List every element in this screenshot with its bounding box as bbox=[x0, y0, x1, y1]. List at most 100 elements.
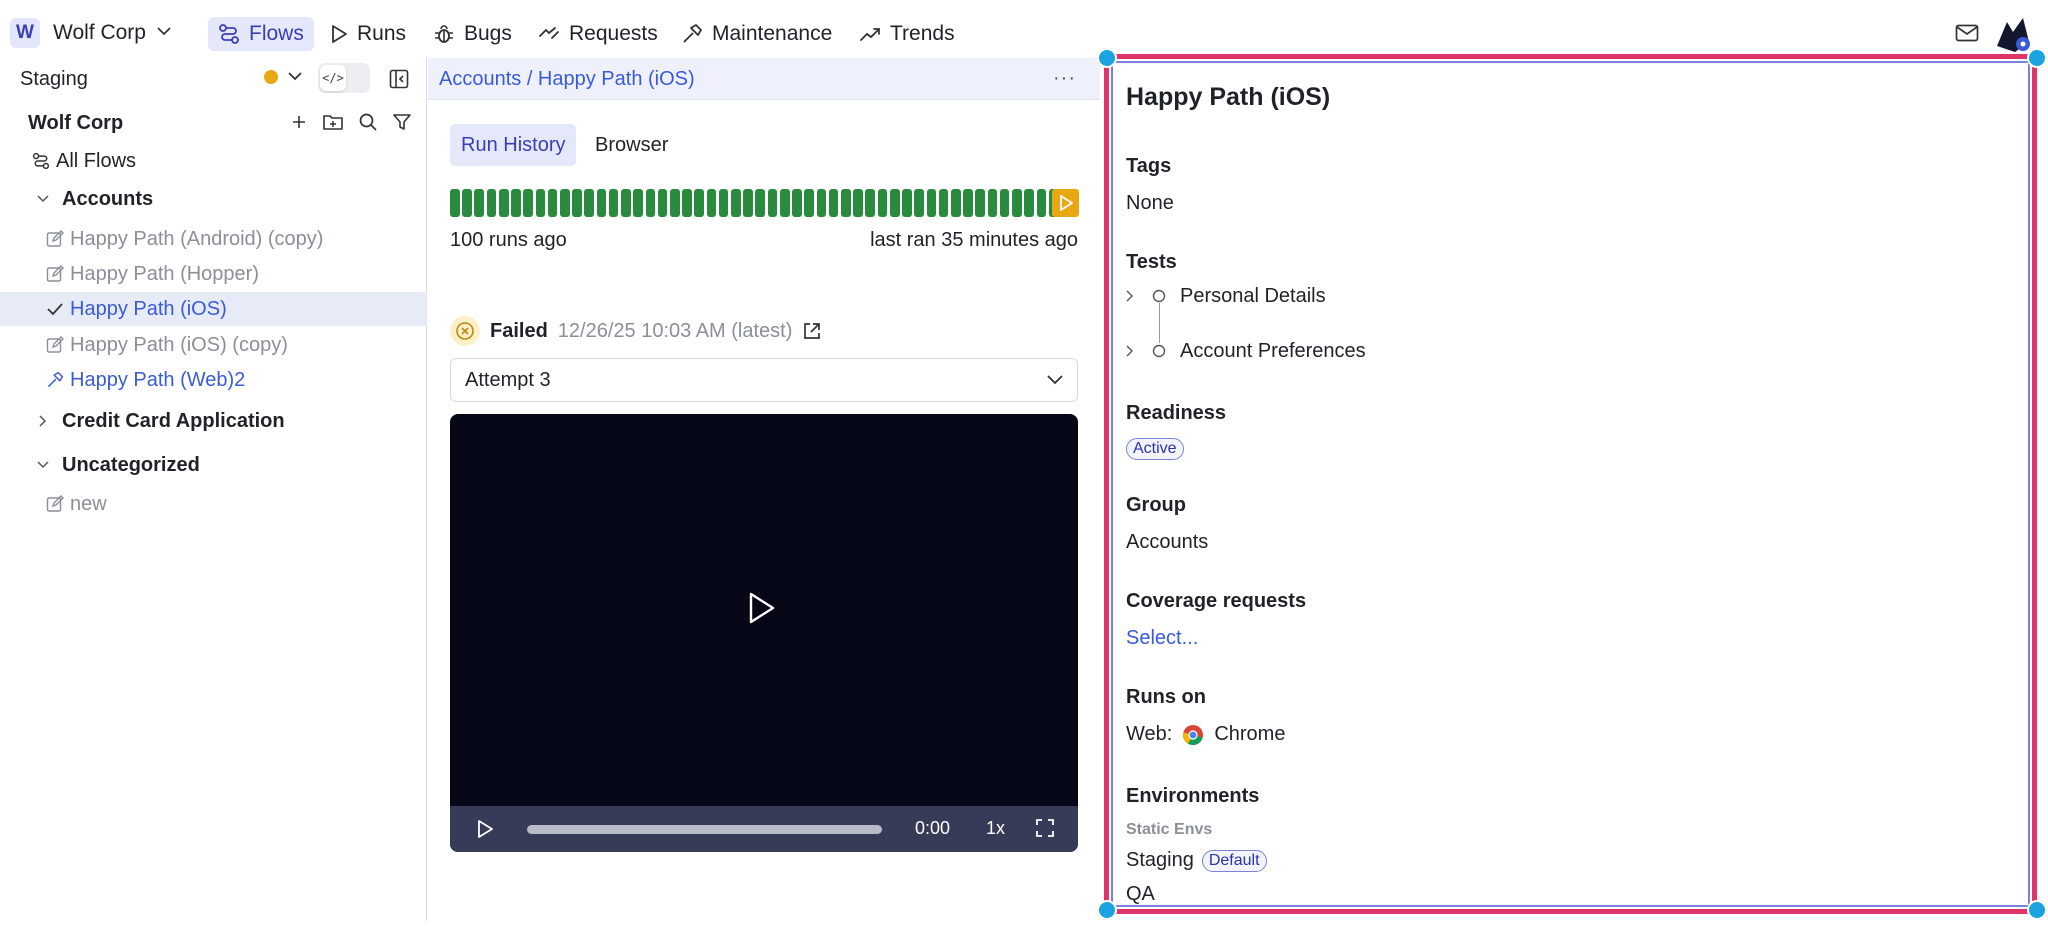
run-segment[interactable] bbox=[608, 189, 619, 217]
run-segment[interactable] bbox=[486, 189, 497, 217]
run-segment[interactable] bbox=[523, 189, 533, 217]
nav-requests[interactable]: Requests bbox=[528, 17, 668, 51]
run-segment[interactable] bbox=[645, 189, 656, 217]
run-segment[interactable] bbox=[914, 189, 924, 217]
nav-maintenance[interactable]: Maintenance bbox=[671, 17, 842, 51]
run-segment[interactable] bbox=[682, 189, 692, 217]
group-credit-card-application[interactable]: Credit Card Application bbox=[0, 404, 427, 438]
tab-browser[interactable]: Browser bbox=[584, 124, 679, 166]
avatar[interactable] bbox=[1993, 16, 2033, 54]
run-segment[interactable] bbox=[731, 189, 741, 217]
run-segment[interactable] bbox=[718, 189, 729, 217]
run-segment[interactable] bbox=[877, 189, 888, 217]
run-segment[interactable] bbox=[804, 189, 814, 217]
collapse-sidebar-icon[interactable] bbox=[389, 69, 409, 89]
nav-flows[interactable]: Flows bbox=[208, 17, 314, 51]
flow-item-selected[interactable]: Happy Path (iOS) bbox=[0, 292, 427, 326]
run-segment[interactable] bbox=[474, 189, 485, 217]
run-segment[interactable] bbox=[889, 189, 900, 217]
run-segment[interactable] bbox=[547, 189, 558, 217]
nav-trends[interactable]: Trends bbox=[849, 17, 965, 51]
org-name[interactable]: Wolf Corp bbox=[53, 21, 146, 45]
test-item[interactable]: Account Preferences bbox=[1126, 336, 1366, 366]
group-value[interactable]: Accounts bbox=[1126, 531, 1208, 554]
attempt-select[interactable]: Attempt 3 bbox=[450, 358, 1078, 402]
run-segment[interactable] bbox=[841, 189, 851, 217]
readiness-badge[interactable]: Active bbox=[1126, 438, 1184, 460]
more-options-icon[interactable]: ··· bbox=[1053, 67, 1076, 90]
run-segment[interactable] bbox=[779, 189, 790, 217]
resize-handle[interactable] bbox=[2027, 48, 2047, 68]
run-segment[interactable] bbox=[828, 189, 839, 217]
test-item[interactable]: Personal Details bbox=[1126, 281, 1326, 311]
run-segment[interactable] bbox=[633, 189, 643, 217]
all-flows-item[interactable]: All Flows bbox=[0, 144, 427, 178]
run-segment[interactable] bbox=[767, 189, 778, 217]
run-segment[interactable] bbox=[572, 189, 582, 217]
coverage-select-link[interactable]: Select... bbox=[1126, 627, 1198, 650]
run-segment[interactable] bbox=[596, 189, 607, 217]
code-view-toggle[interactable]: </> bbox=[318, 63, 370, 93]
resize-handle[interactable] bbox=[1097, 900, 1117, 920]
chevron-down-icon[interactable] bbox=[288, 71, 302, 81]
flow-item[interactable]: Happy Path (Android) (copy) bbox=[0, 222, 427, 256]
new-folder-icon[interactable] bbox=[322, 112, 344, 132]
environment-selector[interactable]: Staging </> bbox=[0, 58, 427, 100]
run-segment[interactable] bbox=[1036, 189, 1047, 217]
org-badge[interactable]: W bbox=[10, 18, 40, 48]
breadcrumb[interactable]: Accounts / Happy Path (iOS) bbox=[439, 68, 695, 91]
flow-item[interactable]: new bbox=[0, 487, 427, 521]
resize-handle[interactable] bbox=[2027, 900, 2047, 920]
run-segment[interactable] bbox=[706, 189, 717, 217]
play-icon[interactable] bbox=[476, 819, 494, 839]
run-segment[interactable] bbox=[657, 189, 668, 217]
video-scrubber[interactable] bbox=[527, 825, 882, 834]
run-segment[interactable] bbox=[853, 189, 863, 217]
tags-value[interactable]: None bbox=[1126, 192, 1174, 215]
run-segment[interactable] bbox=[963, 189, 973, 217]
env-item[interactable]: QA bbox=[1126, 883, 1155, 906]
filter-icon[interactable] bbox=[392, 112, 412, 132]
fullscreen-icon[interactable] bbox=[1035, 818, 1055, 838]
latest-run-marker[interactable] bbox=[1052, 189, 1079, 217]
flow-item[interactable]: Happy Path (Hopper) bbox=[0, 257, 427, 291]
run-segment[interactable] bbox=[498, 189, 509, 217]
run-segment[interactable] bbox=[694, 189, 704, 217]
run-segment[interactable] bbox=[621, 189, 631, 217]
runs-on-value[interactable]: Web: Chrome bbox=[1126, 723, 1285, 746]
chevron-down-icon[interactable] bbox=[157, 26, 171, 36]
run-segment[interactable] bbox=[950, 189, 961, 217]
run-segment[interactable] bbox=[1024, 189, 1034, 217]
playback-speed[interactable]: 1x bbox=[986, 818, 1005, 839]
mail-icon[interactable] bbox=[1955, 24, 1979, 42]
video-player[interactable]: 0:00 1x bbox=[450, 414, 1078, 852]
run-segment[interactable] bbox=[816, 189, 827, 217]
run-segment[interactable] bbox=[999, 189, 1010, 217]
run-segment[interactable] bbox=[755, 189, 766, 217]
resize-handle[interactable] bbox=[1097, 48, 1117, 68]
run-segment[interactable] bbox=[511, 189, 521, 217]
group-uncategorized[interactable]: Uncategorized bbox=[0, 448, 427, 482]
nav-bugs[interactable]: Bugs bbox=[423, 17, 522, 51]
run-segment[interactable] bbox=[975, 189, 986, 217]
external-link-icon[interactable] bbox=[802, 321, 822, 341]
run-segment[interactable] bbox=[743, 189, 753, 217]
search-icon[interactable] bbox=[358, 112, 378, 132]
run-segment[interactable] bbox=[926, 189, 937, 217]
run-segment[interactable] bbox=[938, 189, 949, 217]
env-item[interactable]: Staging Default bbox=[1126, 849, 1267, 872]
tab-run-history[interactable]: Run History bbox=[450, 124, 577, 166]
play-icon[interactable] bbox=[745, 589, 779, 627]
run-segment[interactable] bbox=[1012, 189, 1022, 217]
nav-runs[interactable]: Runs bbox=[320, 17, 416, 51]
group-accounts[interactable]: Accounts bbox=[0, 182, 427, 216]
run-segment[interactable] bbox=[987, 189, 998, 217]
flow-item[interactable]: Happy Path (iOS) (copy) bbox=[0, 328, 427, 362]
run-segment[interactable] bbox=[535, 189, 546, 217]
run-segment[interactable] bbox=[450, 189, 460, 217]
run-segment[interactable] bbox=[902, 189, 912, 217]
run-segment[interactable] bbox=[559, 189, 570, 217]
flow-item[interactable]: Happy Path (Web)2 bbox=[0, 363, 427, 397]
run-segment[interactable] bbox=[792, 189, 802, 217]
run-segment[interactable] bbox=[669, 189, 680, 217]
